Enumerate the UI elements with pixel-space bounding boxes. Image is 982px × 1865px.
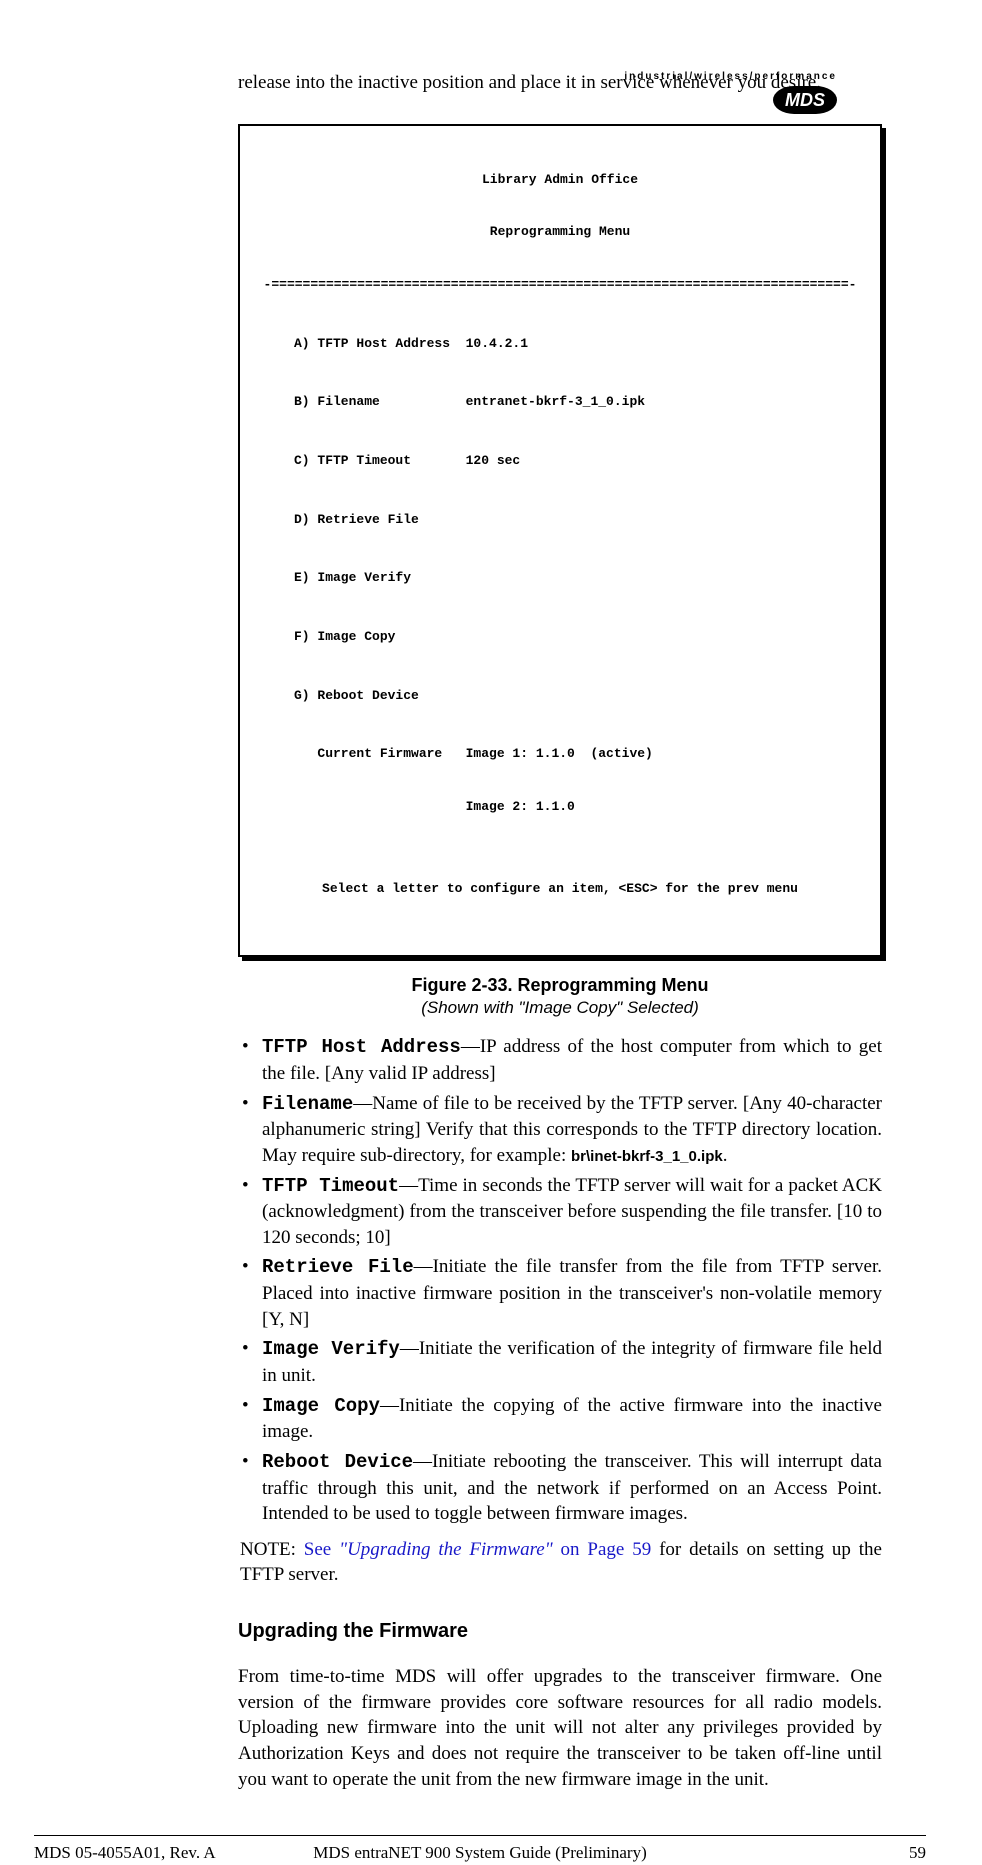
item-timeout: TFTP Timeout—Time in seconds the TFTP se…: [238, 1173, 882, 1251]
term-timeout: TFTP Timeout: [262, 1175, 399, 1197]
footer-page-number: 59: [909, 1842, 926, 1865]
definition-list: TFTP Host Address—IP address of the host…: [238, 1034, 882, 1527]
term-tftp-host: TFTP Host Address: [262, 1036, 461, 1058]
terminal-row-a: A) TFTP Host Address 10.4.2.1: [294, 335, 866, 353]
terminal-row-c: C) TFTP Timeout 120 sec: [294, 452, 866, 470]
terminal-row-cf2: Image 2: 1.1.0: [294, 798, 866, 816]
figure-caption: Figure 2-33. Reprogramming Menu (Shown w…: [238, 973, 882, 1020]
item-tftp-host: TFTP Host Address—IP address of the host…: [238, 1034, 882, 1086]
note-link-post: on Page 59: [553, 1539, 652, 1560]
figure-caption-sub: (Shown with "Image Copy" Selected): [238, 997, 882, 1020]
note-link-title: "Upgrading the Firmware": [339, 1539, 553, 1560]
item-retrieve: Retrieve File—Initiate the file transfer…: [238, 1254, 882, 1332]
logo-brand: MDS: [773, 86, 837, 114]
term-verify: Image Verify: [262, 1338, 400, 1360]
desc-filename-2: .: [723, 1145, 728, 1166]
note-prefix: NOTE:: [240, 1539, 304, 1560]
note-link-pre: See: [304, 1539, 339, 1560]
terminal-rule: -=======================================…: [254, 276, 866, 294]
note-paragraph: NOTE: See "Upgrading the Firmware" on Pa…: [240, 1537, 882, 1588]
term-copy: Image Copy: [262, 1395, 380, 1417]
terminal-row-f: F) Image Copy: [294, 628, 866, 646]
note-link[interactable]: See "Upgrading the Firmware" on Page 59: [304, 1539, 651, 1560]
section-heading-upgrading: Upgrading the Firmware: [238, 1618, 882, 1645]
item-copy: Image Copy—Initiate the copying of the a…: [238, 1393, 882, 1445]
header-logo: industrial/wireless/performance MDS: [624, 70, 837, 114]
terminal-prompt: Select a letter to configure an item, <E…: [254, 880, 866, 898]
page-footer: MDS 05-4055A01, Rev. A MDS entraNET 900 …: [34, 1835, 926, 1842]
terminal-row-g: G) Reboot Device: [294, 687, 866, 705]
section-body-upgrading: From time-to-time MDS will offer upgrade…: [238, 1664, 882, 1792]
item-filename: Filename—Name of file to be received by …: [238, 1091, 882, 1169]
term-retrieve: Retrieve File: [262, 1256, 414, 1278]
term-filename: Filename: [262, 1093, 353, 1115]
terminal-screenshot: Library Admin Office Reprogramming Menu …: [238, 124, 882, 957]
figure-caption-main: Figure 2-33. Reprogramming Menu: [238, 973, 882, 997]
logo-tagline: industrial/wireless/performance: [624, 70, 837, 84]
terminal-row-d: D) Retrieve File: [294, 511, 866, 529]
footer-center: MDS entraNET 900 System Guide (Prelimina…: [34, 1842, 926, 1865]
terminal-row-cf1: Current Firmware Image 1: 1.1.0 (active): [294, 745, 866, 763]
item-reboot: Reboot Device—Initiate rebooting the tra…: [238, 1449, 882, 1527]
filename-example: br\inet-bkrf-3_1_0.ipk: [571, 1148, 723, 1165]
terminal-row-e: E) Image Verify: [294, 569, 866, 587]
terminal-title-2: Reprogramming Menu: [254, 223, 866, 241]
terminal-title-1: Library Admin Office: [254, 171, 866, 189]
term-reboot: Reboot Device: [262, 1451, 413, 1473]
terminal-row-b: B) Filename entranet-bkrf-3_1_0.ipk: [294, 393, 866, 411]
item-verify: Image Verify—Initiate the verification o…: [238, 1336, 882, 1388]
